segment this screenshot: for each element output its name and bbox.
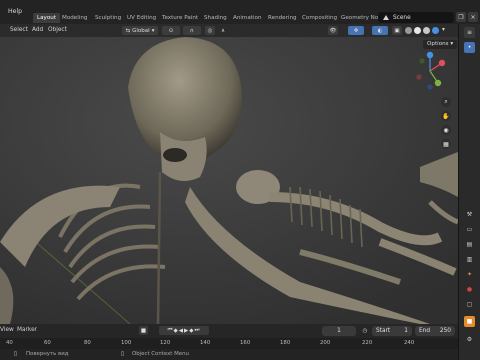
keyframe-toggle-icon[interactable]: ■: [139, 326, 148, 335]
orientation-icon: ⇆: [125, 27, 131, 34]
menu-add[interactable]: Add: [32, 26, 43, 35]
tab-uv-editing[interactable]: UV Editing: [123, 13, 160, 23]
tab-rendering[interactable]: Rendering: [264, 13, 301, 23]
grid-view-icon[interactable]: ▦: [441, 139, 451, 149]
options-dropdown[interactable]: Options ▾: [423, 40, 458, 49]
orientation-label: Global: [132, 27, 150, 34]
status-hint-rotate: Повернуть вид: [26, 351, 69, 357]
ruler-tick: 220: [362, 340, 373, 346]
current-frame-field[interactable]: 1: [322, 326, 356, 336]
ruler-tick: 140: [200, 340, 211, 346]
close-icon[interactable]: ×: [468, 12, 478, 22]
pan-hand-icon[interactable]: ✋: [441, 111, 451, 121]
scene-properties-icon[interactable]: ✦: [464, 269, 475, 280]
end-frame-field[interactable]: End 250: [415, 326, 455, 336]
menu-object[interactable]: Object: [48, 26, 67, 35]
scene-name: Scene: [393, 14, 411, 21]
navigation-gizmo[interactable]: [412, 51, 448, 93]
show-gizmo-button[interactable]: ✥: [348, 26, 364, 35]
outliner-icon[interactable]: ≡: [464, 27, 475, 38]
ruler-tick: 60: [44, 340, 51, 346]
start-frame-field[interactable]: Start 1: [372, 326, 412, 336]
falloff-icon: ∧: [220, 27, 226, 34]
timeline-view-menu[interactable]: View: [0, 326, 14, 335]
scene-icon: [383, 15, 389, 20]
clock-icon[interactable]: ◷: [360, 326, 370, 335]
selected-item-marker[interactable]: •: [464, 42, 475, 53]
gizmo-toggle[interactable]: 👁: [328, 26, 338, 35]
xray-button[interactable]: ▣: [392, 26, 402, 35]
magnet-icon: ∩: [189, 27, 195, 34]
render-properties-icon[interactable]: ▭: [464, 224, 475, 235]
tab-shading[interactable]: Shading: [200, 13, 231, 23]
eye-icon: 👁: [329, 27, 337, 34]
playback-controls[interactable]: ⏮ ◆ ◀ ▶ ◆ ⏭: [159, 326, 209, 335]
timeline-header: View Marker ■ ⏮ ◆ ◀ ▶ ◆ ⏭ 1 ◷ Start 1 En…: [0, 324, 458, 338]
ruler-tick: 120: [160, 340, 171, 346]
tab-animation[interactable]: Animation: [229, 13, 266, 23]
ruler-tick: 40: [6, 340, 13, 346]
zoom-icon[interactable]: ⌕: [441, 97, 451, 107]
object-properties-icon[interactable]: ■: [464, 316, 475, 327]
tab-compositing[interactable]: Compositing: [298, 13, 341, 23]
start-value: 1: [404, 328, 408, 334]
menu-select[interactable]: Select: [10, 26, 28, 35]
falloff-button[interactable]: ∧: [218, 26, 228, 35]
tab-texture-paint[interactable]: Texture Paint: [158, 13, 202, 23]
tab-layout[interactable]: Layout: [33, 13, 61, 23]
status-bar: ▯ Повернуть вид ▯ Object Context Menu: [0, 349, 458, 360]
chevron-down-icon: ▾: [450, 41, 454, 47]
modifier-properties-icon[interactable]: ⚙: [464, 334, 475, 345]
mouse-right-icon: ▯: [121, 351, 124, 357]
timeline-ruler[interactable]: 40 60 80 100 120 140 160 180 200 220 240: [0, 338, 458, 349]
end-label: End: [419, 328, 431, 334]
ruler-tick: 100: [121, 340, 132, 346]
pivot-icon: ⊙: [168, 27, 174, 34]
ruler-tick: 240: [404, 340, 415, 346]
camera-view-icon[interactable]: ◉: [441, 125, 451, 135]
overlays-button[interactable]: ◐: [372, 26, 388, 35]
shading-material-icon[interactable]: [423, 27, 430, 34]
xray-icon: ▣: [394, 27, 400, 34]
menu-help[interactable]: Help: [8, 8, 22, 15]
proportional-edit-button[interactable]: ◎: [205, 26, 215, 35]
transform-orientation-dropdown[interactable]: ⇆ Global ▾: [122, 26, 158, 35]
jump-end-icon[interactable]: ⏭: [194, 327, 200, 334]
properties-tab-strip: ≡ • ⚒ ▭ ▤ ▥ ✦ ● ▢ ■ ⚙: [458, 24, 480, 360]
proportional-icon: ◎: [207, 27, 213, 34]
end-value: 250: [439, 328, 451, 334]
view-layer-icon[interactable]: ▥: [464, 254, 475, 265]
overlays-icon: ◐: [377, 27, 383, 34]
shading-rendered-icon[interactable]: [432, 27, 439, 34]
shading-solid-icon[interactable]: [414, 27, 421, 34]
viewport-header: Select Add Object ⇆ Global ▾ ⊙ ∩ ◎ ∧ 👁 ✥…: [0, 24, 458, 37]
top-bar: Help Layout Modeling Sculpting UV Editin…: [0, 0, 480, 24]
mouse-middle-icon: ▯: [14, 351, 17, 357]
tool-properties-icon[interactable]: ⚒: [464, 209, 475, 220]
gizmo-icon: ✥: [353, 27, 359, 34]
ruler-tick: 200: [320, 340, 331, 346]
axis-gizmo-icon: [416, 51, 446, 90]
pivot-point-button[interactable]: ⊙: [162, 26, 180, 35]
chevron-down-icon: ▾: [151, 27, 155, 34]
skeleton-scene-render: [0, 37, 458, 324]
timeline-marker-menu[interactable]: Marker: [17, 326, 37, 335]
collection-properties-icon[interactable]: ▢: [464, 299, 475, 310]
world-properties-icon[interactable]: ●: [464, 284, 475, 295]
output-properties-icon[interactable]: ▤: [464, 239, 475, 250]
ruler-tick: 160: [240, 340, 251, 346]
tab-sculpting[interactable]: Sculpting: [91, 13, 125, 23]
scene-selector[interactable]: Scene: [378, 12, 454, 23]
status-hint-context-menu: Object Context Menu: [132, 351, 189, 357]
ruler-tick: 80: [84, 340, 91, 346]
snap-button[interactable]: ∩: [183, 26, 201, 35]
options-label: Options: [427, 41, 449, 47]
shading-wireframe-icon[interactable]: [405, 27, 412, 34]
shading-dropdown-icon[interactable]: ▾: [442, 26, 445, 35]
start-label: Start: [376, 328, 391, 334]
copy-scene-icon[interactable]: ❐: [456, 12, 466, 22]
3d-viewport[interactable]: Options ▾ ⌕ ✋ ◉ ▦: [0, 37, 458, 324]
ruler-tick: 180: [280, 340, 291, 346]
tab-modeling[interactable]: Modeling: [58, 13, 91, 23]
